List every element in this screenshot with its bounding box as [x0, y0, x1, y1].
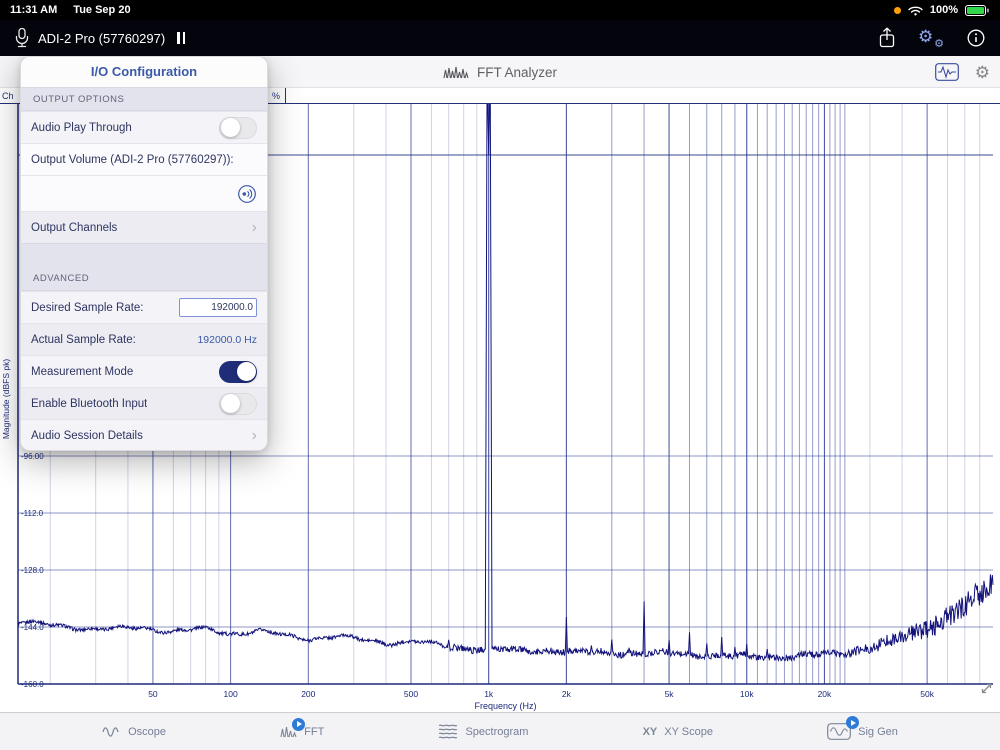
output-volume-slider-row[interactable] [21, 175, 267, 211]
chevron-right-icon: › [252, 428, 257, 444]
strip-fragment-left: Ch [2, 91, 14, 101]
row-label: Desired Sample Rate: [31, 302, 144, 314]
analyzer-title: FFT Analyzer [477, 65, 557, 80]
row-label: Audio Session Details [31, 430, 143, 442]
spectrogram-icon [438, 723, 458, 740]
actual-sample-rate-value: 192000.0 Hz [197, 334, 257, 346]
analyzer-toolbar-actions: ⚙ [935, 56, 990, 88]
y-tick-label: -96.00 [21, 452, 44, 461]
analyzer-settings-gear-icon[interactable]: ⚙ [975, 64, 990, 81]
toggle-knob [237, 362, 256, 381]
output-channels-row[interactable]: Output Channels › [21, 211, 267, 243]
strip-fragment-right: % [272, 91, 280, 101]
measurement-mode-row: Measurement Mode [21, 355, 267, 387]
row-label: Output Volume (ADI-2 Pro (57760297)): [31, 154, 234, 166]
desired-sample-rate-row: Desired Sample Rate: [21, 291, 267, 323]
status-left: 11:31 AM Tue Sep 20 [10, 4, 131, 16]
y-axis-title: Magnitude (dBFS pk) [1, 359, 11, 439]
fft-icon [280, 725, 297, 739]
info-icon[interactable] [966, 28, 986, 48]
toggle-knob [221, 118, 240, 137]
status-time: 11:31 AM [10, 4, 57, 16]
desired-sample-rate-input[interactable] [179, 298, 257, 317]
output-options-header: OUTPUT OPTIONS [21, 87, 267, 111]
toggle-knob [221, 394, 240, 413]
fft-analyzer-icon [443, 65, 469, 79]
advanced-header: ADVANCED [21, 243, 267, 291]
audio-route-icon[interactable] [237, 184, 257, 204]
tab-sig-gen[interactable]: Sig Gen [827, 723, 898, 740]
audio-play-through-toggle[interactable] [219, 117, 257, 139]
chevron-right-icon: › [252, 220, 257, 236]
y-tick-label: -160.0 [21, 680, 44, 689]
y-tick-label: -144.0 [21, 623, 44, 632]
x-tick-label: 50 [148, 689, 158, 699]
x-tick-label: 200 [301, 689, 315, 699]
gear-large-glyph: ⚙ [918, 28, 933, 45]
tab-label: FFT [304, 726, 324, 738]
status-date: Tue Sep 20 [73, 4, 130, 16]
play-triangle-icon [297, 721, 302, 727]
mic-active-indicator-dot [894, 7, 901, 14]
fullscreen-expand-icon[interactable] [979, 681, 994, 696]
audio-session-details-row[interactable]: Audio Session Details › [21, 419, 267, 451]
x-tick-label: 100 [224, 689, 238, 699]
x-tick-label: 5k [665, 689, 675, 699]
status-bar: 11:31 AM Tue Sep 20 100% [0, 0, 1000, 20]
measurement-mode-toggle[interactable] [219, 361, 257, 383]
device-title: ADI-2 Pro (57760297) [38, 31, 165, 46]
x-tick-label: 500 [404, 689, 418, 699]
tab-label: Spectrogram [465, 726, 528, 738]
tab-oscope[interactable]: Oscope [102, 724, 166, 740]
battery-icon [965, 5, 990, 16]
oscilloscope-icon [102, 724, 121, 740]
row-label: Actual Sample Rate: [31, 334, 136, 346]
x-axis-title: Frequency (Hz) [474, 701, 536, 711]
x-tick-label: 10k [740, 689, 754, 699]
y-tick-label: -128.0 [21, 566, 44, 575]
y-tick-label: -112.0 [21, 509, 44, 518]
enable-bluetooth-input-toggle[interactable] [219, 393, 257, 415]
microphone-icon[interactable] [14, 27, 30, 49]
pause-button[interactable] [177, 32, 185, 44]
tab-label: Oscope [128, 726, 166, 738]
settings-gears-icon[interactable]: ⚙⚙ [918, 28, 944, 48]
signal-generator-icon [827, 723, 851, 740]
strip-divider [285, 88, 286, 103]
screen: 11:31 AM Tue Sep 20 100% ADI-2 P [0, 0, 1000, 750]
enable-bluetooth-input-row: Enable Bluetooth Input [21, 387, 267, 419]
row-label: Audio Play Through [31, 122, 132, 134]
row-label: Enable Bluetooth Input [31, 398, 147, 410]
x-tick-label: 2k [562, 689, 572, 699]
waveform-overlay-button[interactable] [935, 63, 959, 81]
tab-fft[interactable]: FFT [280, 725, 324, 739]
share-icon[interactable] [878, 27, 896, 49]
wifi-icon [908, 5, 923, 16]
popover-title: I/O Configuration [21, 57, 267, 87]
xy-scope-icon: XY [643, 726, 658, 738]
gear-small-glyph: ⚙ [934, 39, 944, 50]
output-volume-row: Output Volume (ADI-2 Pro (57760297)): [21, 143, 267, 175]
tab-xy-scope[interactable]: XY XY Scope [643, 726, 713, 738]
actual-sample-rate-row: Actual Sample Rate: 192000.0 Hz [21, 323, 267, 355]
tab-label: XY Scope [664, 726, 713, 738]
toolbar-actions: ⚙⚙ [878, 27, 986, 49]
tab-label: Sig Gen [858, 726, 898, 738]
tab-spectrogram[interactable]: Spectrogram [438, 723, 528, 740]
audio-play-through-row: Audio Play Through [21, 111, 267, 143]
io-configuration-popover: I/O Configuration OUTPUT OPTIONS Audio P… [20, 56, 268, 451]
x-tick-label: 20k [818, 689, 832, 699]
play-triangle-icon [851, 720, 856, 726]
app-toolbar: ADI-2 Pro (57760297) ⚙⚙ [0, 20, 1000, 56]
battery-percent: 100% [930, 4, 958, 16]
x-tick-label: 1k [484, 689, 494, 699]
running-play-badge [292, 718, 305, 731]
status-right: 100% [894, 4, 990, 16]
row-label: Output Channels [31, 222, 117, 234]
bottom-tab-bar: Oscope FFT Spectrogram X [0, 712, 1000, 750]
row-label: Measurement Mode [31, 366, 133, 378]
x-tick-label: 50k [920, 689, 934, 699]
